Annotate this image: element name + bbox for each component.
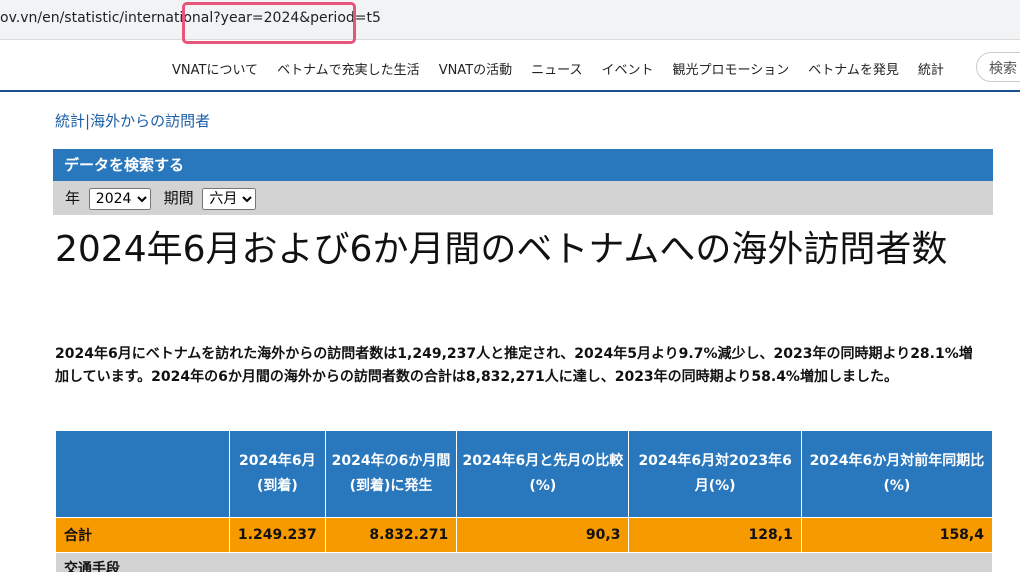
table-section-label: 交通手段 (55, 552, 993, 572)
period-select[interactable]: 六月 (202, 188, 257, 210)
table-header-empty (55, 430, 230, 518)
breadcrumb-international-visitors-link[interactable]: 海外からの訪問者 (90, 112, 210, 130)
nav-item-vnat-activities[interactable]: VNATの活動 (439, 59, 512, 78)
table-header-june-2024: 2024年6月(到着) (228, 430, 326, 518)
nav-item-about-vnat[interactable]: VNATについて (172, 59, 258, 78)
search-input[interactable]: 検索 (976, 52, 1020, 82)
main-nav: VNATについて ベトナムで充実した生活 VNATの活動 ニュース イベント 観… (0, 44, 1020, 92)
table-cell-total-label: 合計 (55, 517, 230, 553)
period-label: 期間 (163, 189, 194, 207)
table-cell-six-months-2024: 8.832.271 (324, 517, 458, 553)
nav-item-events[interactable]: イベント (602, 59, 654, 78)
nav-item-discover-vietnam[interactable]: ベトナムを発見 (808, 59, 899, 78)
browser-url-bar[interactable]: ov.vn/en/statistic/international?year=20… (0, 0, 1020, 44)
table-header-vs-previous-month: 2024年6月と先月の比較(%) (456, 430, 630, 518)
table-cell-vs-june-2023: 128,1 (628, 517, 802, 553)
table-header-row: 2024年6月(到着) 2024年の6か月間(到着)に発生 2024年6月と先月… (55, 430, 994, 518)
table-cell-vs-same-period: 158,4 (800, 517, 994, 553)
summary-text: 2024年6月にベトナムを訪れた海外からの訪問者数は1,249,237人と推定さ… (55, 346, 973, 385)
table-header-six-months-2024: 2024年の6か月間(到着)に発生 (324, 430, 458, 518)
year-select[interactable]: 2024 (88, 188, 151, 210)
visitor-stats-table: 2024年6月(到着) 2024年の6か月間(到着)に発生 2024年6月と先月… (55, 430, 994, 572)
breadcrumb-statistics-link[interactable]: 統計 (55, 112, 85, 130)
nav-item-news[interactable]: ニュース (531, 59, 582, 78)
nav-item-living-in-vietnam[interactable]: ベトナムで充実した生活 (277, 59, 420, 78)
search-panel-header: データを検索する (53, 149, 993, 181)
year-label: 年 (65, 189, 81, 207)
url-highlight-box (182, 2, 356, 44)
nav-item-statistics[interactable]: 統計 (918, 59, 944, 78)
table-row-section: 交通手段 (55, 552, 993, 572)
table-header-vs-same-period-last-year: 2024年6か月対前年同期比(%) (800, 430, 994, 518)
nav-item-tourism-promotion[interactable]: 観光プロモーション (673, 59, 790, 78)
breadcrumb: 統計|海外からの訪問者 (55, 110, 210, 131)
search-panel-body: 年 2024 期間 六月 (53, 181, 993, 215)
page-title: 2024年6月および6か月間のベトナムへの海外訪問者数 (55, 229, 948, 270)
table-row-total: 合計 1.249.237 8.832.271 90,3 128,1 158,4 (55, 517, 994, 553)
table-cell-june-2024: 1.249.237 (228, 517, 326, 553)
table-cell-vs-previous-month: 90,3 (456, 517, 630, 553)
table-header-vs-june-2023: 2024年6月対2023年6月(%) (628, 430, 802, 518)
